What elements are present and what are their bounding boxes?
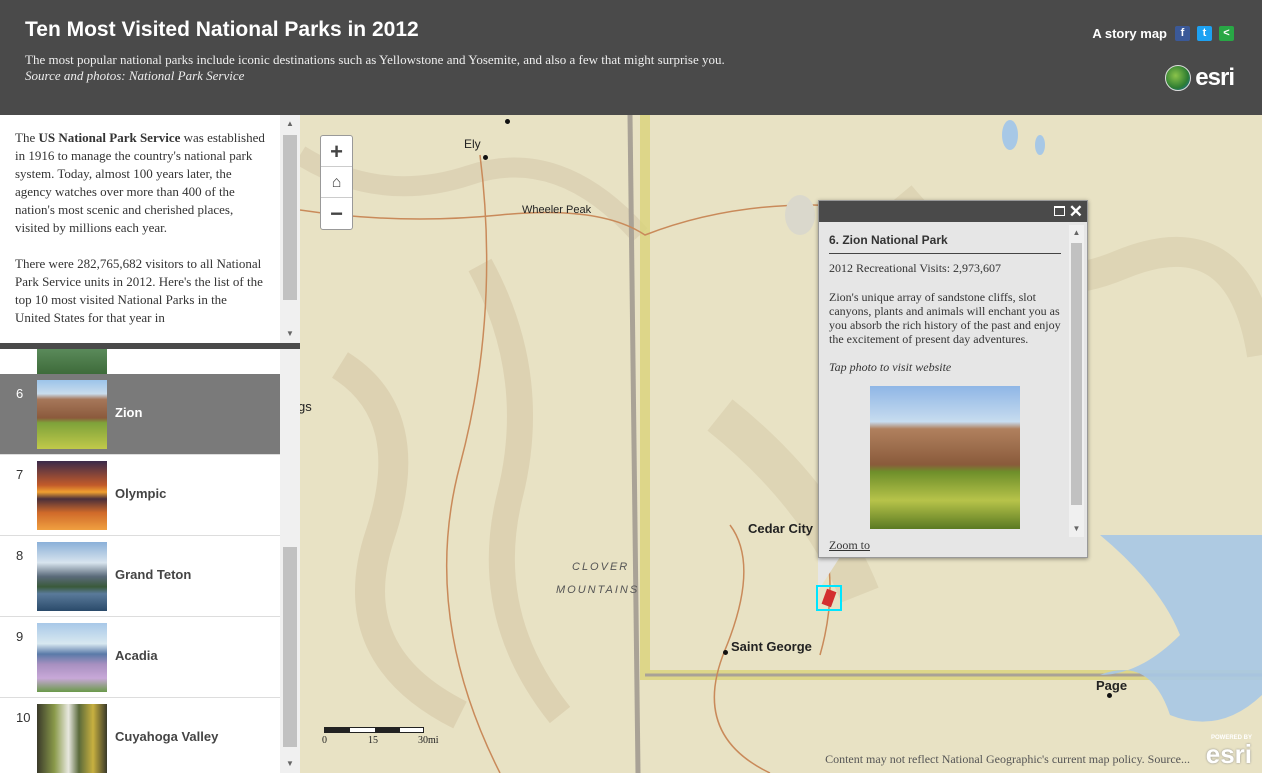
- facebook-icon[interactable]: f: [1175, 26, 1190, 41]
- intro-paragraph-2: There were 282,765,682 visitors to all N…: [15, 256, 263, 325]
- park-list: 6 Zion 7 Olympic 8 Grand Teton 9 Acadia …: [0, 349, 280, 773]
- list-scrollbar[interactable]: ▼: [280, 349, 300, 773]
- popup-visits: 2012 Recreational Visits: 2,973,607: [829, 261, 1002, 275]
- zoom-in-button[interactable]: +: [321, 136, 352, 167]
- city-dot: [1107, 693, 1112, 698]
- esri-powered-logo[interactable]: POWERED BY esri: [1206, 735, 1252, 767]
- popup-tap-hint: Tap photo to visit website: [829, 360, 952, 374]
- map-label-page: Page: [1096, 678, 1128, 693]
- map[interactable]: + ⌂ − Ely Wheeler Peak Cedar City Saint …: [300, 115, 1262, 773]
- source-credit: Source and photos: National Park Service: [25, 68, 245, 83]
- scrollbar-thumb[interactable]: [1071, 243, 1082, 505]
- scale-label: 30mi: [418, 735, 439, 746]
- map-label-mountains: MOUNTAINS: [556, 584, 640, 596]
- map-label-saint-george: Saint George: [731, 639, 812, 654]
- list-item-acadia[interactable]: 9 Acadia: [0, 617, 280, 698]
- intro-text: The US National Park Service was establi…: [0, 115, 280, 343]
- city-dot: [723, 650, 728, 655]
- scroll-down-icon[interactable]: ▼: [280, 757, 300, 771]
- map-label-clover: CLOVER: [572, 561, 630, 573]
- scroll-up-icon[interactable]: ▲: [1069, 226, 1084, 240]
- city-dot: [483, 155, 488, 160]
- cuyahoga-thumbnail: [37, 704, 107, 773]
- popup-scrollbar[interactable]: ▲ ▼: [1069, 225, 1084, 537]
- scrollbar-thumb[interactable]: [283, 547, 297, 747]
- scale-bar: [324, 727, 424, 733]
- story-map-label: A story map: [1092, 26, 1167, 41]
- share-icon[interactable]: <: [1219, 26, 1234, 41]
- scale-label: 15: [368, 735, 378, 746]
- page-title: Ten Most Visited National Parks in 2012: [25, 18, 419, 41]
- zoom-control: + ⌂ −: [320, 135, 353, 230]
- nps-link: US National Park Service: [38, 130, 181, 145]
- scroll-down-icon[interactable]: ▼: [1069, 522, 1084, 536]
- home-icon[interactable]: ⌂: [321, 167, 352, 198]
- popup-title: 6. Zion National Park: [829, 233, 1061, 254]
- twitter-icon[interactable]: t: [1197, 26, 1212, 41]
- olympic-thumbnail: [37, 461, 107, 530]
- page-subtitle: The most popular national parks include …: [25, 52, 725, 67]
- map-label-ely: Ely: [464, 137, 481, 151]
- map-credit[interactable]: Content may not reflect National Geograp…: [825, 752, 1190, 767]
- header: Ten Most Visited National Parks in 2012 …: [0, 0, 1262, 115]
- zion-thumbnail: [37, 380, 107, 449]
- maximize-icon[interactable]: [1054, 206, 1065, 216]
- zoom-to-link[interactable]: Zoom to: [829, 538, 870, 553]
- map-label-cedar-city: Cedar City: [748, 521, 814, 536]
- map-terrain: [300, 115, 1262, 773]
- close-icon[interactable]: ✕: [1069, 201, 1083, 222]
- popup-content: 6. Zion National Park 2012 Recreational …: [829, 222, 1061, 538]
- partial-thumbnail: [37, 349, 107, 374]
- info-popup: ✕ 6. Zion National Park 2012 Recreationa…: [818, 200, 1088, 558]
- esri-logo[interactable]: esri: [1165, 64, 1235, 92]
- acadia-thumbnail: [37, 623, 107, 692]
- scale-label: 0: [322, 735, 327, 746]
- map-label-gs: gs: [300, 399, 312, 414]
- list-item-zion[interactable]: 6 Zion: [0, 374, 280, 455]
- sidebar: The US National Park Service was establi…: [0, 115, 300, 773]
- scroll-up-icon[interactable]: ▲: [280, 117, 300, 131]
- zion-photo[interactable]: [870, 386, 1020, 529]
- popup-titlebar: ✕: [819, 201, 1087, 222]
- globe-icon: [1165, 65, 1192, 91]
- map-label-wheeler-peak: Wheeler Peak: [522, 204, 592, 216]
- city-dot: [505, 119, 510, 124]
- zoom-out-button[interactable]: −: [321, 198, 352, 229]
- scroll-down-icon[interactable]: ▼: [280, 327, 300, 341]
- grand-teton-thumbnail: [37, 542, 107, 611]
- intro-paragraph-1: The US National Park Service was establi…: [15, 130, 265, 235]
- location-marker[interactable]: [816, 585, 842, 611]
- list-item-olympic[interactable]: 7 Olympic: [0, 455, 280, 536]
- list-item-grand-teton[interactable]: 8 Grand Teton: [0, 536, 280, 617]
- scrollbar-thumb[interactable]: [283, 135, 297, 300]
- list-item-cuyahoga-valley[interactable]: 10 Cuyahoga Valley: [0, 698, 280, 773]
- popup-description: Zion's unique array of sandstone cliffs,…: [829, 290, 1061, 346]
- map-pin-icon: [821, 588, 837, 608]
- intro-scrollbar[interactable]: ▲ ▼: [280, 115, 300, 343]
